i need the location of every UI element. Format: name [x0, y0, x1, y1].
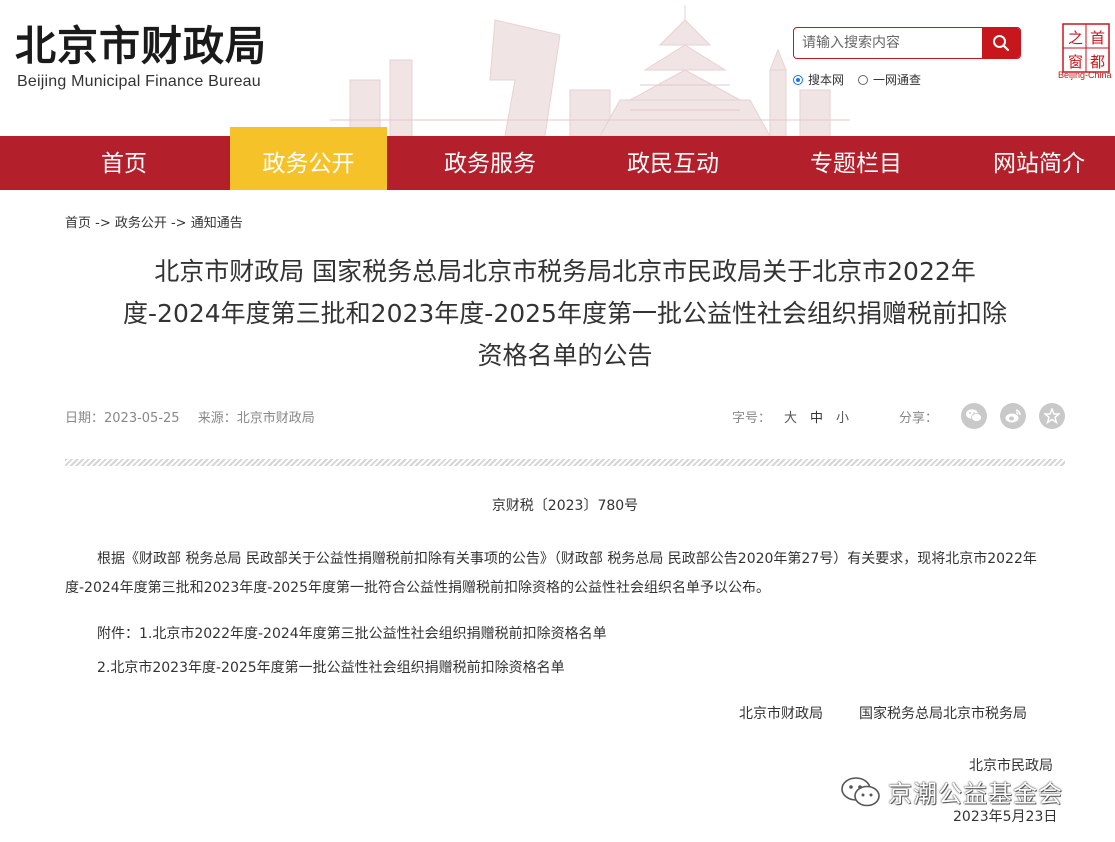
article-meta: 日期：2023-05-25 来源：北京市财政局	[65, 407, 329, 426]
publish-date: 日期：2023-05-25	[65, 411, 180, 426]
site-header: 北京市财政局 Beijing Municipal Finance Bureau …	[0, 0, 1115, 136]
signer: 国家税务总局北京市税务局	[859, 706, 1027, 722]
wechat-share-button[interactable]	[961, 403, 987, 429]
scope-label: 搜本网	[808, 73, 845, 87]
main-nav: 首页 政务公开 政务服务 政民互动 专题栏目 网站简介	[0, 127, 1115, 190]
source: 来源：北京市财政局	[197, 411, 315, 426]
breadcrumb[interactable]: 首页 -> 政务公开 -> 通知通告	[65, 212, 243, 231]
scope-all-network[interactable]: 一网通查	[858, 71, 921, 88]
search-box	[793, 27, 1021, 59]
font-size-label: 字号：	[732, 411, 772, 426]
signer: 北京市财政局	[739, 706, 823, 722]
sign-date: 2023年5月23日	[953, 809, 1058, 825]
favorite-share-button[interactable]	[1039, 403, 1065, 429]
share-label: 分享：	[899, 411, 939, 426]
weibo-icon	[1005, 409, 1021, 423]
title-line: 北京市财政局 国家税务总局北京市税务局北京市民政局关于北京市2022年	[154, 257, 976, 286]
signer: 北京市民政局	[969, 758, 1053, 774]
wechat-icon	[966, 409, 982, 422]
search-button[interactable]	[982, 28, 1020, 58]
title-line: 度-2024年度第三批和2023年度-2025年度第一批公益性社会组织捐赠税前扣…	[123, 299, 1007, 328]
search-icon	[993, 35, 1010, 52]
skyline-illustration	[330, 5, 850, 136]
font-size-large[interactable]: 大	[784, 407, 797, 426]
radio-selected[interactable]	[793, 74, 803, 85]
site-subtitle: Beijing Municipal Finance Bureau	[17, 73, 261, 90]
watermark-text: 京潮公益基金会	[888, 780, 1063, 808]
nav-item-home[interactable]: 首页	[68, 136, 180, 190]
logo-char: 之	[1068, 29, 1083, 47]
document-number: 京财税〔2023〕780号	[491, 498, 639, 514]
font-size-medium[interactable]: 中	[810, 407, 823, 426]
attachment-link-2[interactable]: 2.北京市2023年度-2025年度第一批公益性社会组织捐赠税前扣除资格名单	[97, 657, 565, 677]
divider	[65, 459, 1065, 466]
favorite-icon	[1044, 408, 1060, 424]
nav-item-interaction[interactable]: 政民互动	[603, 136, 743, 190]
nav-item-services[interactable]: 政务服务	[420, 136, 560, 190]
signers: 北京市财政局 国家税务总局北京市税务局	[739, 703, 1027, 723]
nav-item-about[interactable]: 网站简介	[969, 136, 1109, 190]
attachment-link-1[interactable]: 附件：1.北京市2022年度-2024年度第三批公益性社会组织捐赠税前扣除资格名…	[97, 623, 607, 643]
search-scope: 搜本网 一网通查	[793, 71, 935, 88]
site-title[interactable]: 北京市财政局	[15, 22, 267, 70]
font-size-control: 字号： 大 中 小	[732, 407, 849, 426]
wechat-icon	[841, 776, 880, 806]
radio-unselected[interactable]	[858, 74, 869, 85]
nav-item-government-affairs[interactable]: 政务公开	[230, 127, 387, 190]
scope-label: 一网通查	[873, 73, 922, 87]
search-input[interactable]	[794, 28, 980, 58]
logo-char: 都	[1090, 53, 1105, 71]
nav-item-topics[interactable]: 专题栏目	[786, 136, 926, 190]
logo-char: 窗	[1068, 53, 1083, 71]
logo-caption: Beijing-China	[1058, 70, 1112, 80]
logo-char: 首	[1090, 29, 1105, 47]
font-size-small[interactable]: 小	[836, 407, 849, 426]
weibo-share-button[interactable]	[1000, 403, 1026, 429]
scope-this-site[interactable]: 搜本网	[793, 71, 844, 88]
title-line: 资格名单的公告	[477, 341, 653, 370]
watermark: 京潮公益基金会	[840, 774, 1063, 809]
article-title: 北京市财政局 国家税务总局北京市税务局北京市民政局关于北京市2022年 度-20…	[60, 251, 1070, 377]
article-body: 根据《财政部 税务总局 民政部关于公益性捐赠税前扣除有关事项的公告》（财政部 税…	[65, 551, 1037, 596]
